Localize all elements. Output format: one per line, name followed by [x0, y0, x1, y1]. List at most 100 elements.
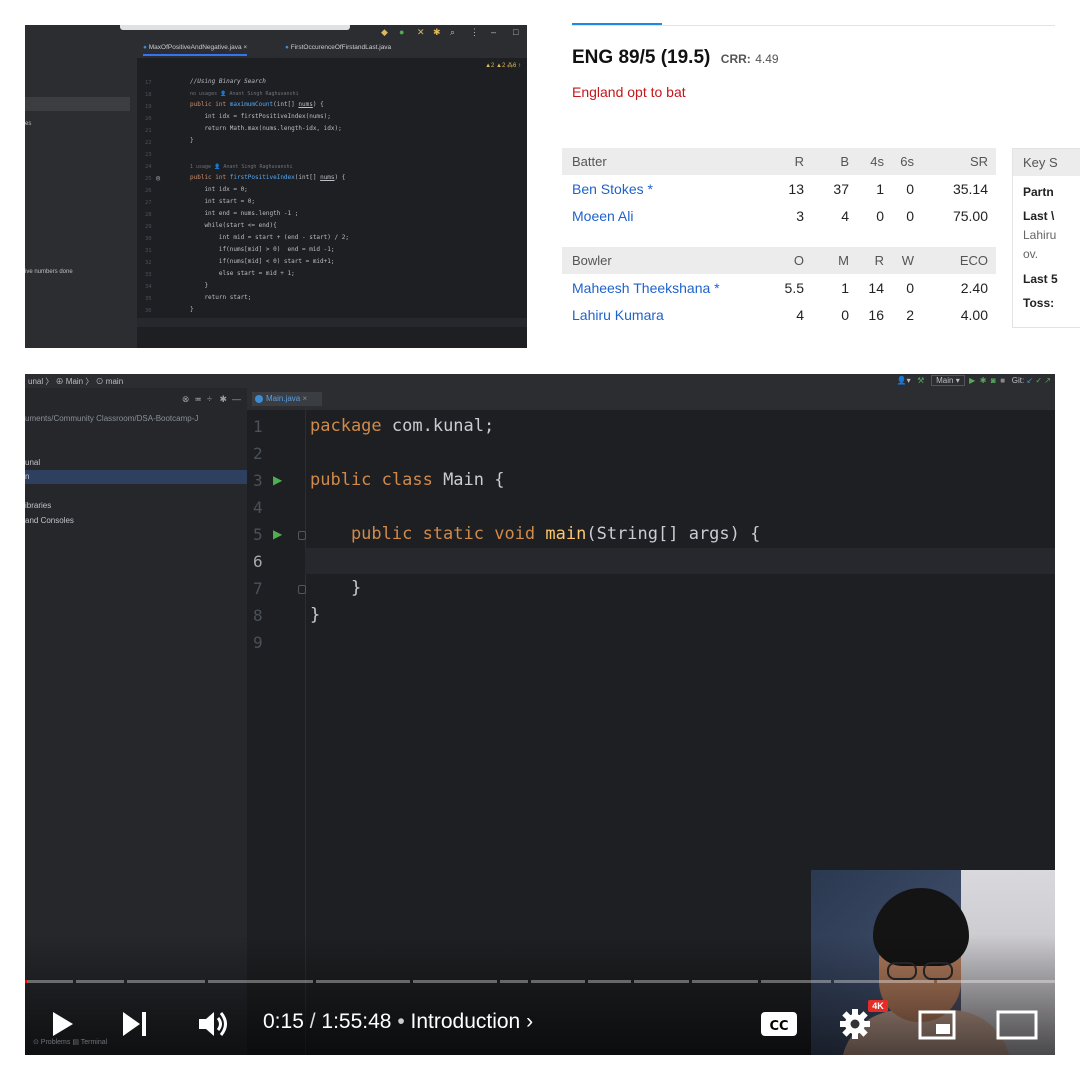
chapter-segment[interactable] [208, 980, 313, 983]
more-icon[interactable]: ⋮ [470, 27, 479, 37]
line-number: 24 [145, 164, 152, 170]
tab-max-positive-negative[interactable]: ● MaxOfPositiveAndNegative.java × [143, 44, 248, 56]
settings-gear-icon[interactable] [839, 1008, 871, 1040]
project-tree-item[interactable]: n [25, 472, 29, 481]
git-commit-icon[interactable]: ✓ [1035, 376, 1042, 385]
code-token: ) { [312, 101, 324, 108]
chapter-segment[interactable] [127, 980, 205, 983]
active-tab-indicator[interactable] [572, 23, 662, 25]
project-tree-item[interactable]: ibraries [25, 501, 51, 510]
git-update-icon[interactable]: ↙ [1026, 376, 1033, 385]
chapter-segment[interactable] [634, 980, 689, 983]
chapter-segment[interactable] [316, 980, 410, 983]
code-line: int start = 0; [190, 198, 256, 205]
overs-cell: 5.5 [784, 279, 804, 296]
run-config-dropdown[interactable]: Main ▾ [931, 375, 965, 386]
build-icon[interactable]: ✕ [417, 27, 425, 37]
chapter-segment[interactable] [761, 980, 831, 983]
sidebar-text-snippet[interactable]: ive numbers done [25, 269, 73, 275]
gear-icon[interactable]: ✱ [219, 394, 227, 404]
inspection-warnings[interactable]: ▲2 ▲2 ⁂6 ↑ [485, 62, 521, 69]
code-token: Main { [432, 470, 505, 490]
chapter-segment[interactable] [500, 980, 528, 983]
play-icon[interactable] [51, 1010, 75, 1038]
chapter-segment[interactable] [25, 980, 73, 983]
coverage-icon[interactable]: ◙ [991, 376, 996, 385]
theater-mode-icon[interactable] [996, 1010, 1038, 1040]
line-number: 9 [253, 633, 263, 652]
project-tree-item[interactable]: unal [25, 458, 40, 467]
line-number: 5 [253, 525, 263, 544]
progress-bar[interactable] [25, 980, 1055, 984]
chapter-segment[interactable] [531, 980, 585, 983]
code-line: } [310, 578, 362, 598]
stop-icon[interactable]: ■ [1000, 376, 1005, 385]
ide-navigation-bar: unal 〉 ⊕ Main 〉 ⊙ main 👤▾ ⚒ Main ▾ ▶ ✱ ◙… [25, 374, 1055, 388]
close-icon[interactable]: × [302, 394, 307, 403]
video-player[interactable]: unal 〉 ⊕ Main 〉 ⊙ main 👤▾ ⚒ Main ▾ ▶ ✱ ◙… [25, 374, 1055, 1055]
column-header: R [762, 148, 812, 175]
minimize-icon[interactable]: – [491, 27, 496, 37]
chapter-segment[interactable] [588, 980, 631, 983]
override-gutter-icon[interactable]: ◎ [156, 174, 160, 182]
tab-first-occurence[interactable]: ● FirstOccurenceOfFirstandLast.java [285, 44, 391, 51]
last-five-label: Last 5 [1023, 272, 1058, 286]
breadcrumb[interactable]: unal 〉 ⊕ Main 〉 ⊙ main [28, 376, 123, 387]
settings-icon[interactable]: ✱ [433, 27, 441, 37]
bowler-table: Bowler O M R W ECO Maheesh Theekshana * … [562, 247, 996, 328]
run-icon[interactable]: ▶ [969, 376, 975, 385]
captions-icon[interactable]: CC [760, 1010, 798, 1038]
target-icon[interactable]: ⊗ [182, 394, 190, 404]
maximize-icon[interactable]: □ [513, 27, 518, 37]
user-icon[interactable]: ◆ [381, 27, 388, 37]
column-header: B [812, 148, 857, 175]
run-icon[interactable]: ● [399, 27, 404, 37]
hammer-icon[interactable]: ⚒ [917, 376, 924, 385]
fold-icon[interactable] [298, 585, 306, 594]
selected-tree-row[interactable] [25, 470, 247, 484]
collapse-icon[interactable]: ≖ [194, 394, 202, 404]
bowler-name-link[interactable]: Maheesh Theekshana * [562, 274, 762, 301]
run-class-icon[interactable]: ▶ [273, 473, 282, 487]
chapter-segment[interactable] [76, 980, 124, 983]
last-wicket-label: Last \ [1023, 209, 1055, 223]
code-line: int mid = start + (end - start) / 2; [190, 234, 349, 241]
run-main-icon[interactable]: ▶ [273, 527, 282, 541]
code-token: (int[] [273, 101, 299, 108]
expand-icon[interactable]: ÷ [207, 394, 212, 404]
bowler-name-link[interactable]: Lahiru Kumara [562, 301, 762, 328]
user-icon[interactable]: 👤▾ [897, 376, 911, 385]
selected-project-row[interactable] [25, 97, 130, 111]
chevron-right-icon[interactable]: › [526, 1010, 533, 1033]
batter-name-link[interactable]: Moeen Ali [562, 202, 762, 229]
chapter-segment[interactable] [937, 980, 1055, 983]
crr-value: 4.49 [755, 52, 779, 66]
git-push-icon[interactable]: ↗ [1044, 376, 1051, 385]
hide-icon[interactable]: — [232, 394, 241, 404]
overs-cell: 4 [796, 306, 804, 323]
ide-status-bar[interactable]: ⊙ Problems ▤ Terminal [33, 1038, 107, 1046]
project-tree-item[interactable]: and Consoles [25, 516, 74, 525]
last-wicket-overs: ov. [1023, 247, 1039, 261]
line-number: 28 [145, 212, 152, 218]
search-everywhere-bar[interactable] [120, 25, 350, 30]
chapter-title[interactable]: Introduction [411, 1010, 521, 1033]
line-number: 34 [145, 284, 152, 290]
volume-icon[interactable] [197, 1010, 231, 1038]
close-icon[interactable]: × [243, 44, 247, 51]
sidebar-text-snippet[interactable]: es [25, 121, 31, 127]
batter-name-link[interactable]: Ben Stokes * [562, 175, 762, 202]
debug-icon[interactable]: ✱ [980, 376, 987, 385]
method-name: firstPositiveIndex [229, 174, 295, 181]
tab-main-java[interactable]: Main.java × [252, 392, 322, 406]
line-number: 29 [145, 224, 152, 230]
miniplayer-icon[interactable] [918, 1010, 956, 1040]
search-icon[interactable]: ⌕ [450, 27, 455, 37]
chapter-segment[interactable] [692, 980, 758, 983]
fold-icon[interactable] [298, 531, 306, 540]
project-path[interactable]: uments/Community Classroom/DSA-Bootcamp-… [25, 414, 198, 423]
code-line: return Math.max(nums.length-idx, idx); [190, 125, 342, 132]
chapter-segment[interactable] [413, 980, 497, 983]
next-icon[interactable] [121, 1010, 149, 1038]
chapter-segment[interactable] [834, 980, 934, 983]
